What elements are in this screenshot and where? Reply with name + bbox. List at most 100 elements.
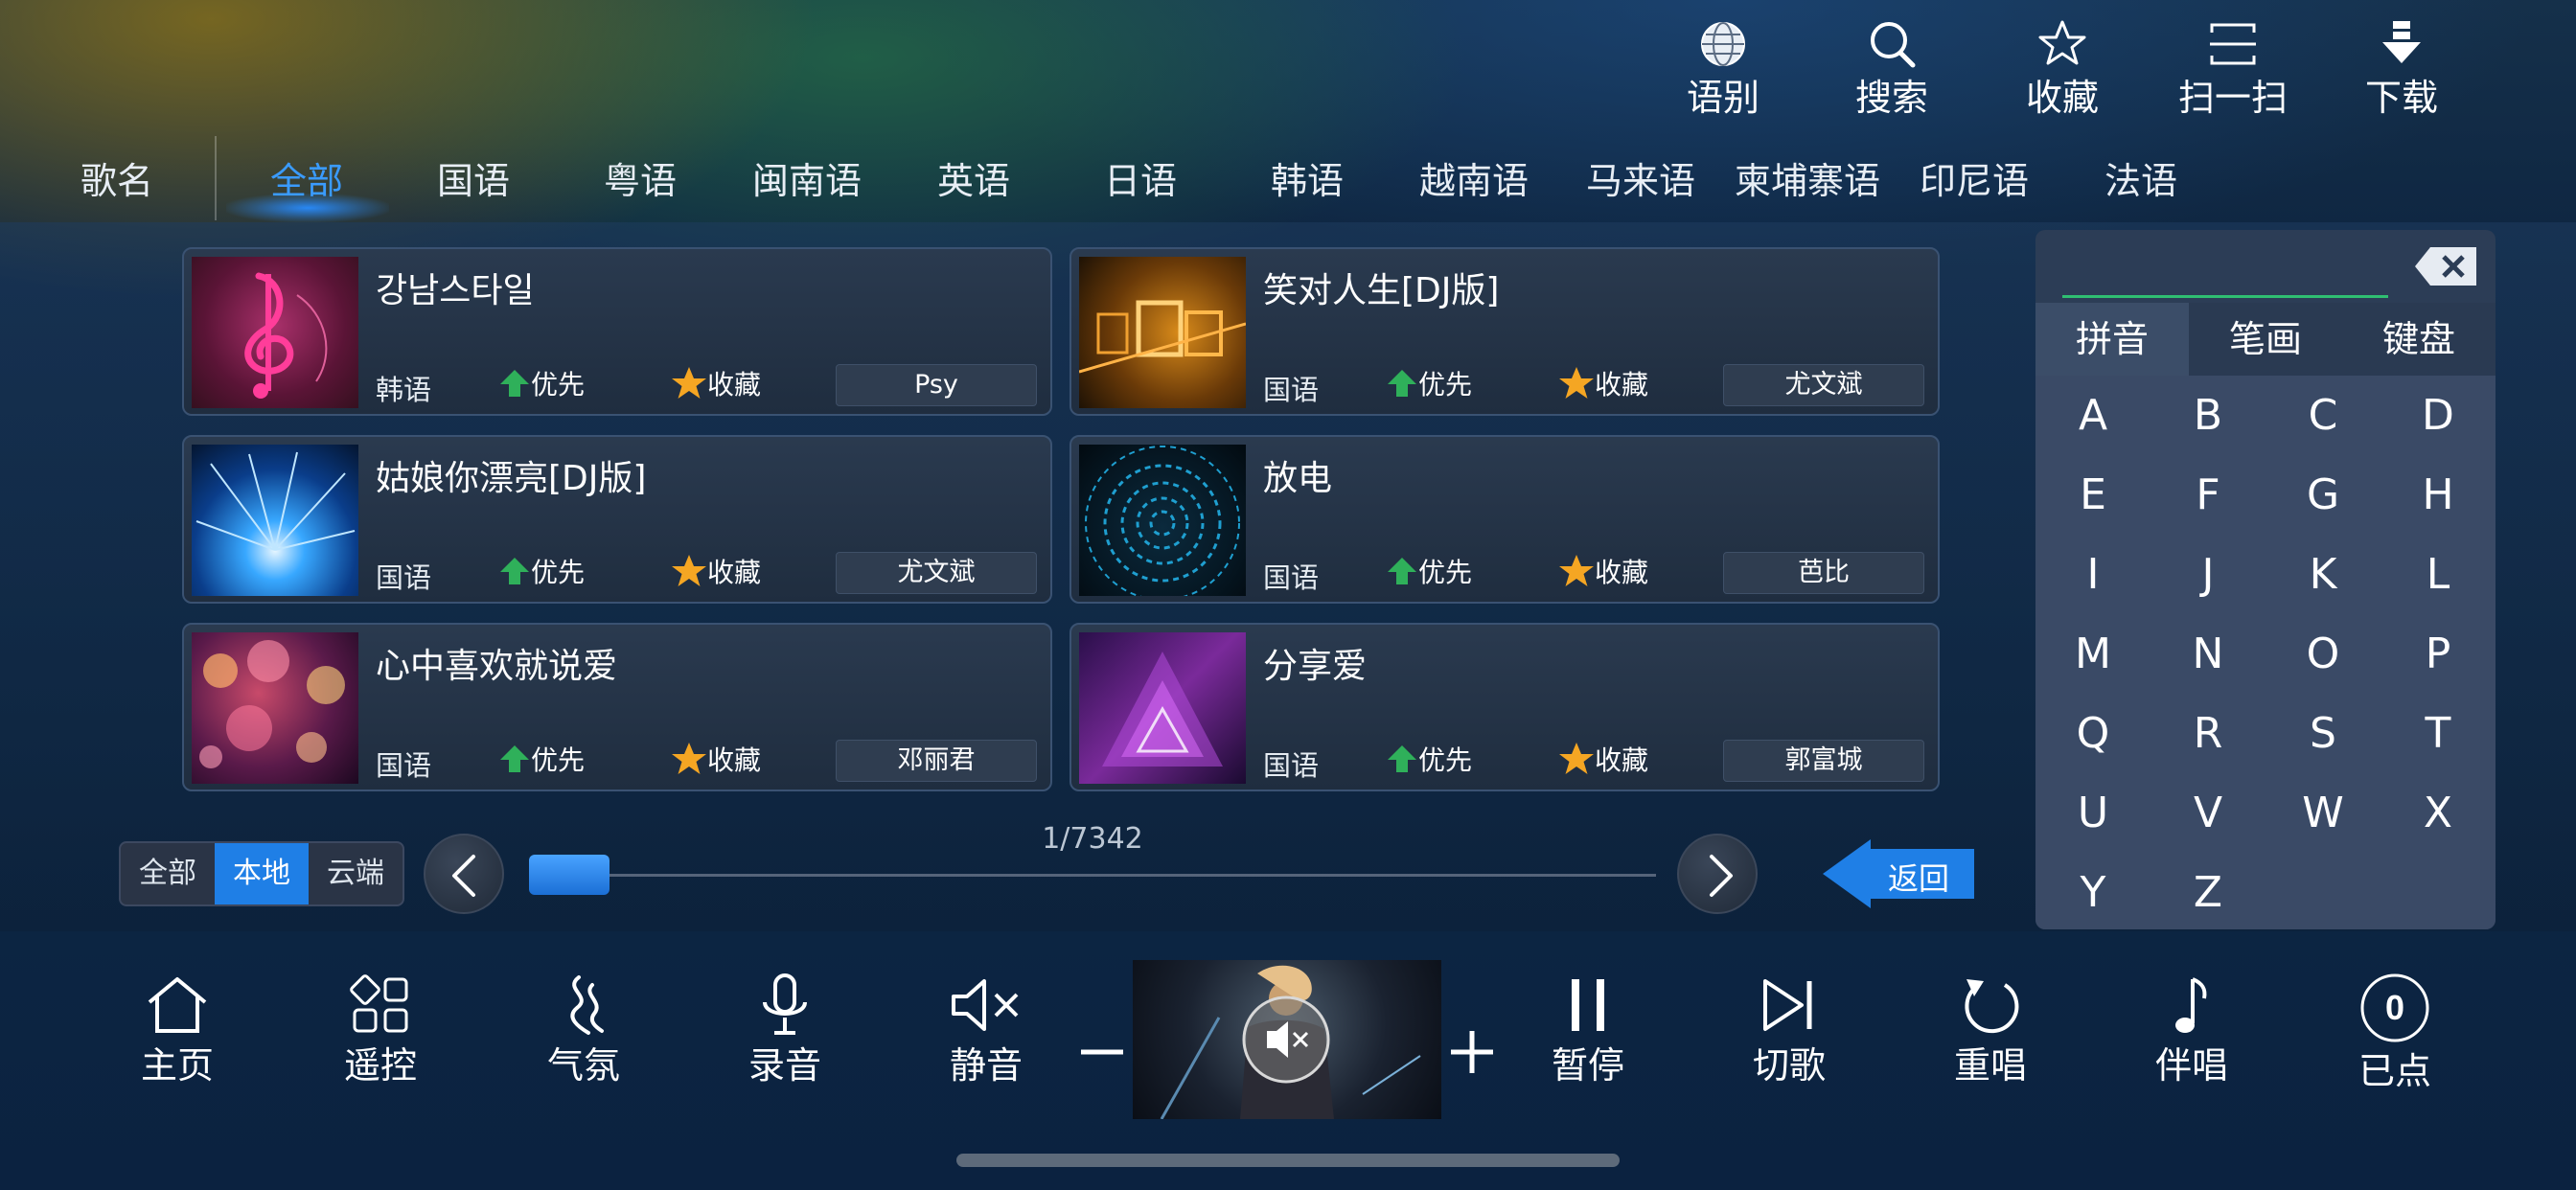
pause-button[interactable]: 暂停	[1516, 973, 1660, 1127]
accompaniment-button[interactable]: 伴唱	[2120, 973, 2264, 1127]
favorite-button[interactable]: 收藏	[1558, 552, 1648, 590]
video-preview[interactable]	[1133, 960, 1441, 1119]
singer-button[interactable]: 邓丽君	[836, 740, 1037, 782]
key-r[interactable]: R	[2150, 694, 2266, 773]
tab-vietnamese[interactable]: 越南语	[1388, 151, 1560, 204]
favorite-button[interactable]: 收藏	[1558, 740, 1648, 778]
favorite-label: 收藏	[707, 369, 762, 400]
key-x[interactable]: X	[2380, 773, 2496, 853]
key-n[interactable]: N	[2150, 614, 2266, 694]
singer-button[interactable]: Psy	[836, 364, 1037, 406]
source-cloud[interactable]: 云端	[309, 843, 402, 904]
remote-button[interactable]: 遥控	[309, 973, 452, 1127]
key-l[interactable]: L	[2380, 535, 2496, 614]
key-k[interactable]: K	[2266, 535, 2380, 614]
song-card[interactable]: 강남스타일 韩语 优先 收藏 Psy	[182, 247, 1052, 416]
volume-down-button[interactable]	[1071, 1021, 1133, 1083]
mode-stroke[interactable]: 笔画	[2189, 303, 2342, 376]
favorite-button[interactable]: 收藏	[671, 740, 761, 778]
page-slider-track[interactable]	[529, 874, 1656, 877]
song-card[interactable]: 放电 国语 优先 收藏 芭比	[1070, 435, 1940, 604]
album-art	[192, 632, 358, 784]
queued-songs-button[interactable]: 0 已点	[2323, 973, 2467, 1127]
favorite-button[interactable]: 收藏	[671, 364, 761, 402]
key-h[interactable]: H	[2380, 455, 2496, 535]
tab-all[interactable]: 全部	[220, 151, 393, 204]
star-outline-icon	[2038, 20, 2086, 65]
key-f[interactable]: F	[2150, 455, 2266, 535]
key-j[interactable]: J	[2150, 535, 2266, 614]
key-t[interactable]: T	[2380, 694, 2496, 773]
key-v[interactable]: V	[2150, 773, 2266, 853]
tab-english[interactable]: 英语	[887, 151, 1060, 204]
tab-mandarin[interactable]: 国语	[387, 151, 560, 204]
record-button[interactable]: 录音	[713, 973, 857, 1127]
tab-hokkien[interactable]: 闽南语	[721, 151, 893, 204]
key-y[interactable]: Y	[2036, 853, 2150, 929]
song-card[interactable]: 心中喜欢就说爱 国语 优先 收藏 邓丽君	[182, 623, 1052, 791]
search-button[interactable]: 搜索	[1825, 17, 1959, 132]
next-song-button[interactable]: 切歌	[1717, 973, 1861, 1127]
key-c[interactable]: C	[2266, 376, 2380, 455]
tab-french[interactable]: 法语	[2055, 151, 2227, 204]
tab-indonesian[interactable]: 印尼语	[1888, 151, 2060, 204]
back-button[interactable]: 返回	[1823, 839, 1974, 908]
mode-keyboard[interactable]: 键盘	[2342, 303, 2496, 376]
key-q[interactable]: Q	[2036, 694, 2150, 773]
scan-button[interactable]: 扫一扫	[2166, 17, 2300, 132]
priority-button[interactable]: 优先	[1386, 364, 1472, 402]
prev-page-button[interactable]	[424, 834, 504, 914]
keyboard-input-field[interactable]	[2062, 295, 2388, 298]
key-i[interactable]: I	[2036, 535, 2150, 614]
key-z[interactable]: Z	[2150, 853, 2266, 929]
key-g[interactable]: G	[2266, 455, 2380, 535]
tab-cantonese[interactable]: 粤语	[554, 151, 726, 204]
singer-button[interactable]: 尤文斌	[836, 552, 1037, 594]
key-s[interactable]: S	[2266, 694, 2380, 773]
up-arrow-icon	[1388, 558, 1416, 584]
singer-button[interactable]: 尤文斌	[1723, 364, 1924, 406]
divider	[215, 136, 217, 220]
key-a[interactable]: A	[2036, 376, 2150, 455]
next-page-button[interactable]	[1677, 834, 1758, 914]
song-card[interactable]: 笑对人生[DJ版] 国语 优先 收藏 尤文斌	[1070, 247, 1940, 416]
volume-up-button[interactable]	[1441, 1021, 1503, 1083]
song-card[interactable]: 分享爱 国语 优先 收藏 郭富城	[1070, 623, 1940, 791]
key-d[interactable]: D	[2380, 376, 2496, 455]
queue-count-icon: 0	[2360, 973, 2429, 1042]
favorites-button[interactable]: 收藏	[1995, 17, 2129, 132]
mode-pinyin[interactable]: 拼音	[2036, 303, 2189, 376]
key-m[interactable]: M	[2036, 614, 2150, 694]
language-filter-button[interactable]: 语别	[1656, 17, 1790, 132]
singer-button[interactable]: 郭富城	[1723, 740, 1924, 782]
priority-button[interactable]: 优先	[498, 740, 585, 778]
priority-button[interactable]: 优先	[1386, 552, 1472, 590]
priority-button[interactable]: 优先	[1386, 740, 1472, 778]
key-w[interactable]: W	[2266, 773, 2380, 853]
mute-button[interactable]: 静音	[914, 973, 1058, 1127]
key-p[interactable]: P	[2380, 614, 2496, 694]
priority-button[interactable]: 优先	[498, 364, 585, 402]
tab-japanese[interactable]: 日语	[1054, 151, 1227, 204]
key-b[interactable]: B	[2150, 376, 2266, 455]
singer-button[interactable]: 芭比	[1723, 552, 1924, 594]
favorite-button[interactable]: 收藏	[671, 552, 761, 590]
key-u[interactable]: U	[2036, 773, 2150, 853]
source-local[interactable]: 本地	[215, 843, 309, 904]
replay-button[interactable]: 重唱	[1919, 973, 2062, 1127]
source-all[interactable]: 全部	[121, 843, 215, 904]
tab-korean[interactable]: 韩语	[1221, 151, 1393, 204]
tab-malay[interactable]: 马来语	[1554, 151, 1727, 204]
atmosphere-button[interactable]: 气氛	[512, 973, 656, 1127]
tab-khmer[interactable]: 柬埔寨语	[1721, 151, 1894, 204]
language-tab-bar: 歌名 全部 国语 粤语 闽南语 英语 日语 韩语 越南语 马来语 柬埔寨语 印尼…	[0, 132, 2576, 224]
favorite-button[interactable]: 收藏	[1558, 364, 1648, 402]
song-card[interactable]: 姑娘你漂亮[DJ版] 国语 优先 收藏 尤文斌	[182, 435, 1052, 604]
download-button[interactable]: 下载	[2334, 17, 2469, 132]
backspace-button[interactable]	[2413, 245, 2478, 287]
home-button[interactable]: 主页	[105, 973, 249, 1127]
key-e[interactable]: E	[2036, 455, 2150, 535]
priority-button[interactable]: 优先	[498, 552, 585, 590]
page-slider-thumb[interactable]	[529, 855, 610, 895]
key-o[interactable]: O	[2266, 614, 2380, 694]
